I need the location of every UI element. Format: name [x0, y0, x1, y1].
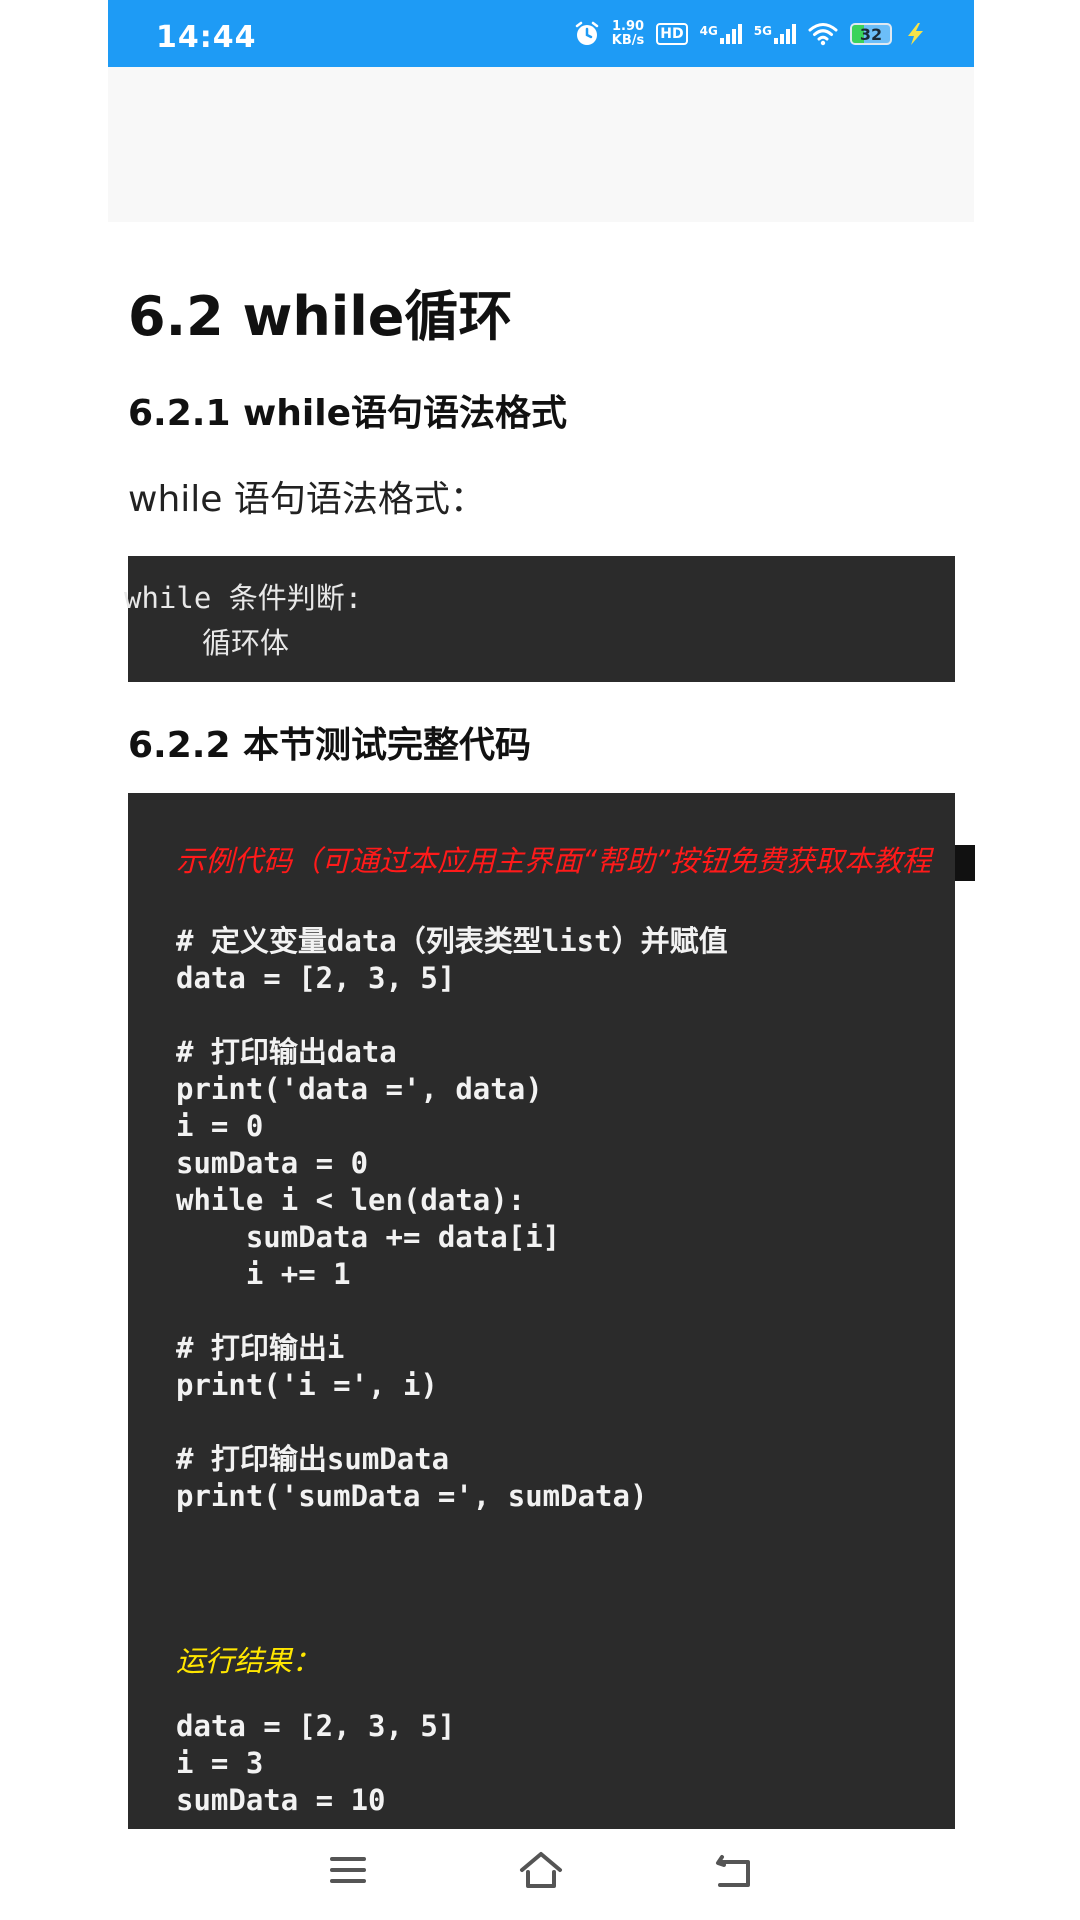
- home-icon: [518, 1850, 564, 1894]
- network-speed-value: 1.90: [611, 19, 645, 34]
- code-line: print('i =', i): [176, 1368, 438, 1402]
- battery-icon: 32: [850, 23, 892, 45]
- section1-heading: 6.2.1 while语句语法格式: [128, 393, 568, 434]
- top-banner: [108, 67, 974, 222]
- menu-icon: [328, 1853, 368, 1891]
- home-button[interactable]: [511, 1842, 571, 1902]
- code-line: # 定义变量data（列表类型list）并赋值: [176, 924, 728, 958]
- text-overflow-marker: [955, 845, 975, 881]
- sim2-signal-icon: 5G: [754, 24, 796, 44]
- status-time: 14:44: [156, 20, 257, 55]
- network-speed-unit: KB/s: [611, 33, 645, 48]
- wifi-icon: [808, 22, 838, 46]
- result-line: data = [2, 3, 5]: [176, 1709, 456, 1743]
- syntax-code-line: 循环体: [202, 626, 290, 660]
- section1-text: while 语句语法格式：: [128, 479, 486, 520]
- section2-heading: 6.2.2 本节测试完整代码: [128, 725, 532, 766]
- status-icons: 1.90 KB/s HD 4G 5G 32: [574, 14, 926, 54]
- code-line: sumData += data[i]: [176, 1220, 561, 1254]
- code-line: i = 0: [176, 1109, 264, 1143]
- code-line: print('data =', data): [176, 1072, 543, 1106]
- navigation-bar: [108, 1830, 974, 1920]
- screen: 14:44 1.90 KB/s HD 4G 5G 32 6.2 while循环 …: [0, 0, 1080, 1920]
- battery-level: 32: [859, 24, 883, 44]
- syntax-code-line: while 条件判断:: [124, 581, 363, 615]
- result-lines: data = [2, 3, 5] i = 3 sumData = 10: [176, 1708, 455, 1819]
- charging-icon: [904, 22, 926, 46]
- result-label: 运行结果：: [176, 1644, 322, 1678]
- code-line: i += 1: [176, 1257, 351, 1291]
- hd-voice-icon: HD: [656, 23, 688, 45]
- code-note: 示例代码（可通过本应用主界面“帮助”按钮免费获取本教程: [176, 844, 932, 878]
- syntax-code-block: while 条件判断: 循环体: [124, 556, 955, 682]
- code-line: while i < len(data):: [176, 1183, 526, 1217]
- sim1-signal-icon: 4G: [700, 24, 742, 44]
- back-icon: [714, 1851, 754, 1893]
- status-bar: 14:44 1.90 KB/s HD 4G 5G 32: [108, 0, 974, 67]
- result-line: i = 3: [176, 1746, 264, 1780]
- code-line: sumData = 0: [176, 1146, 369, 1180]
- sim2-network-label: 5G: [753, 24, 772, 38]
- code-line: data = [2, 3, 5]: [176, 961, 456, 995]
- code-lines: # 定义变量data（列表类型list）并赋值 data = [2, 3, 5]…: [176, 923, 728, 1515]
- menu-button[interactable]: [318, 1842, 378, 1902]
- article-title: 6.2 while循环: [128, 285, 513, 348]
- hd-label: HD: [656, 23, 688, 45]
- network-speed: 1.90 KB/s: [612, 20, 644, 48]
- code-line: # 打印输出data: [176, 1035, 397, 1069]
- back-button[interactable]: [704, 1842, 764, 1902]
- alarm-icon: [574, 21, 600, 47]
- code-line: # 打印输出sumData: [176, 1442, 450, 1476]
- result-line: sumData = 10: [176, 1783, 386, 1817]
- code-line: print('sumData =', sumData): [176, 1479, 648, 1513]
- sim1-network-label: 4G: [699, 24, 718, 38]
- example-code-block: 示例代码（可通过本应用主界面“帮助”按钮免费获取本教程 # 定义变量data（列…: [128, 793, 975, 1829]
- code-line: # 打印输出i: [176, 1331, 345, 1365]
